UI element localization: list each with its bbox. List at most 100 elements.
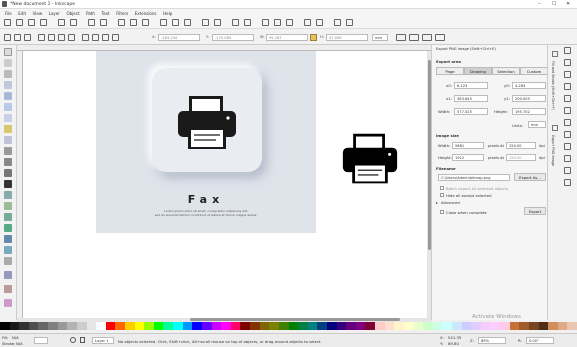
palette-swatch[interactable]	[105, 322, 116, 330]
palette-swatch[interactable]	[326, 322, 337, 330]
palette-swatch[interactable]	[528, 322, 539, 330]
snap-nodes-icon[interactable]	[564, 95, 571, 102]
eraser-tool-icon[interactable]	[4, 202, 12, 210]
palette-swatch[interactable]	[394, 322, 405, 330]
zoom-selection-icon[interactable]	[160, 19, 167, 26]
zoom-drawing-icon[interactable]	[172, 19, 179, 26]
open-icon[interactable]	[16, 19, 23, 26]
star-tool-icon[interactable]	[4, 125, 12, 133]
y1-field[interactable]: 200.005	[512, 95, 546, 102]
snap-path-icon[interactable]	[564, 107, 571, 114]
menu-text[interactable]: Text	[102, 11, 110, 16]
palette-swatch[interactable]	[365, 322, 376, 330]
menu-edit[interactable]: Edit	[18, 11, 26, 16]
x-field[interactable]: -263.294	[158, 34, 200, 41]
palette-swatch[interactable]	[230, 322, 241, 330]
menu-layer[interactable]: Layer	[49, 11, 60, 16]
dpi-field[interactable]: 250.00	[506, 142, 536, 149]
flip-horizontal-icon[interactable]	[58, 34, 65, 41]
maximize-icon[interactable]: ☐	[552, 1, 556, 7]
fill-stroke-icon[interactable]	[262, 19, 269, 26]
eye-icon[interactable]	[70, 337, 76, 343]
move-patterns-icon[interactable]	[435, 34, 445, 41]
palette-swatch[interactable]	[201, 322, 212, 330]
tab-selection[interactable]: Selection	[492, 67, 520, 75]
palette-swatch[interactable]	[76, 322, 87, 330]
palette-swatch[interactable]	[115, 322, 126, 330]
units-select[interactable]: mm	[528, 121, 546, 128]
rectangle-tool-icon[interactable]	[4, 92, 12, 100]
palette-swatch[interactable]	[403, 322, 414, 330]
paste-icon[interactable]	[142, 19, 149, 26]
lower-icon[interactable]	[102, 34, 109, 41]
filename-field[interactable]: C:\Users\Admin\bitmap.png	[438, 174, 510, 181]
rotate-ccw-icon[interactable]	[38, 34, 45, 41]
layer-lock-icon[interactable]	[80, 337, 85, 343]
tab-custom[interactable]: Custom	[520, 67, 548, 75]
pen-tool-icon[interactable]	[4, 158, 12, 166]
tab-drawing[interactable]: Drawing	[464, 67, 492, 75]
lpe-tool-icon[interactable]	[4, 285, 12, 293]
save-icon[interactable]	[28, 19, 35, 26]
snap-page-icon[interactable]	[564, 155, 571, 162]
new-document-icon[interactable]	[4, 19, 11, 26]
dock-tab-export[interactable]: Export PNG Image	[551, 135, 555, 166]
palette-swatch[interactable]	[557, 322, 568, 330]
palette-swatch[interactable]	[163, 322, 174, 330]
palette-swatch[interactable]	[211, 322, 222, 330]
y-field[interactable]: -170.085	[212, 34, 254, 41]
palette-swatch[interactable]	[538, 322, 549, 330]
xml-editor-icon[interactable]	[304, 19, 311, 26]
document-properties-icon[interactable]	[346, 19, 353, 26]
tweak-tool-icon[interactable]	[4, 70, 12, 78]
3d-box-tool-icon[interactable]	[4, 103, 12, 111]
import-icon[interactable]	[58, 19, 65, 26]
ungroup-icon[interactable]	[244, 19, 251, 26]
horizontal-scroll-thumb[interactable]	[190, 318, 400, 321]
palette-swatch[interactable]	[307, 322, 318, 330]
snap-corner-icon[interactable]	[564, 83, 571, 90]
spiral-tool-icon[interactable]	[4, 136, 12, 144]
snap-guide-icon[interactable]	[564, 179, 571, 186]
menu-object[interactable]: Object	[66, 11, 79, 16]
move-gradients-icon[interactable]	[422, 34, 432, 41]
width-field[interactable]: 577.525	[454, 108, 488, 115]
duplicate-icon[interactable]	[202, 19, 209, 26]
close-when-complete-checkbox[interactable]	[440, 210, 444, 214]
palette-swatch[interactable]	[519, 322, 530, 330]
palette-swatch[interactable]	[144, 322, 155, 330]
palette-swatch[interactable]	[490, 322, 501, 330]
redo-icon[interactable]	[100, 19, 107, 26]
calligraphy-tool-icon[interactable]	[4, 169, 12, 177]
palette-swatch[interactable]	[298, 322, 309, 330]
scale-corners-icon[interactable]	[409, 34, 419, 41]
palette-swatch[interactable]	[240, 322, 251, 330]
palette-swatch[interactable]	[346, 322, 357, 330]
palette-swatch[interactable]	[19, 322, 30, 330]
img-height-field[interactable]: 1912	[452, 154, 484, 161]
palette-swatch[interactable]	[375, 322, 386, 330]
palette-swatch[interactable]	[471, 322, 482, 330]
pencil-tool-icon[interactable]	[4, 147, 12, 155]
palette-swatch[interactable]	[548, 322, 559, 330]
palette-swatch[interactable]	[451, 322, 462, 330]
menu-file[interactable]: File	[5, 11, 12, 16]
fill-stroke-dock-icon[interactable]	[552, 51, 558, 57]
x0-field[interactable]: 6.123	[454, 82, 488, 89]
palette-swatch[interactable]	[288, 322, 299, 330]
bucket-tool-icon[interactable]	[4, 213, 12, 221]
snap-grid-icon[interactable]	[564, 167, 571, 174]
preferences-icon[interactable]	[334, 19, 341, 26]
palette-swatch[interactable]	[567, 322, 577, 330]
flip-vertical-icon[interactable]	[68, 34, 75, 41]
text-tool-icon[interactable]	[4, 180, 12, 188]
eraser2-tool-icon[interactable]	[4, 299, 12, 307]
measure-tool-icon[interactable]	[4, 271, 12, 279]
h-field[interactable]: 47.006	[326, 34, 368, 41]
select-all-icon[interactable]	[4, 34, 11, 41]
group-icon[interactable]	[232, 19, 239, 26]
menu-help[interactable]: Help	[163, 11, 172, 16]
dropper-tool-icon[interactable]	[4, 246, 12, 254]
select-all-layers-icon[interactable]	[14, 34, 21, 41]
copy-icon[interactable]	[118, 19, 125, 26]
